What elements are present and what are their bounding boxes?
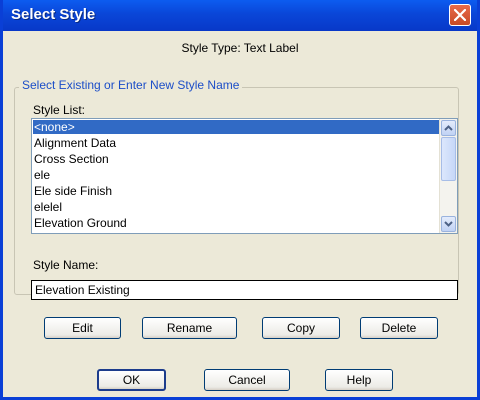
style-list-item[interactable]: ele [33,168,50,182]
style-list-item[interactable]: Ele side Finish [33,184,112,198]
edit-button[interactable]: Edit [44,317,121,339]
style-name-input[interactable]: Elevation Existing [31,280,458,300]
chevron-up-icon [444,125,453,131]
ok-button[interactable]: OK [97,369,166,391]
rename-button[interactable]: Rename [142,317,237,339]
style-list[interactable]: <none> Alignment Data Cross Section ele Ele … [31,118,458,234]
delete-button[interactable]: Delete [360,317,438,339]
style-list-item[interactable]: <none> [33,120,439,134]
scroll-down-button[interactable] [441,216,456,232]
style-type-label: Style Type: Text Label [181,41,299,55]
style-list-item[interactable]: elelel [33,200,62,214]
style-list-label: Style List: [33,103,86,117]
style-list-item[interactable]: Elevation Ground [33,216,127,230]
help-button[interactable]: Help [325,369,393,391]
dialog-title: Select Style [11,6,96,23]
style-list-item[interactable]: Alignment Data [33,136,116,150]
close-button[interactable] [449,4,471,26]
style-list-item[interactable]: Cross Section [33,152,109,166]
style-name-label: Style Name: [33,258,99,272]
cancel-button[interactable]: Cancel [204,369,290,391]
copy-button[interactable]: Copy [262,317,340,339]
style-list-scrollbar[interactable] [439,119,457,233]
close-icon [454,9,466,21]
chevron-down-icon [444,221,453,227]
scroll-thumb[interactable] [441,137,456,181]
title-bar[interactable]: Select Style [3,0,477,31]
group-legend: Select Existing or Enter New Style Name [19,78,243,92]
scroll-up-button[interactable] [441,120,456,136]
